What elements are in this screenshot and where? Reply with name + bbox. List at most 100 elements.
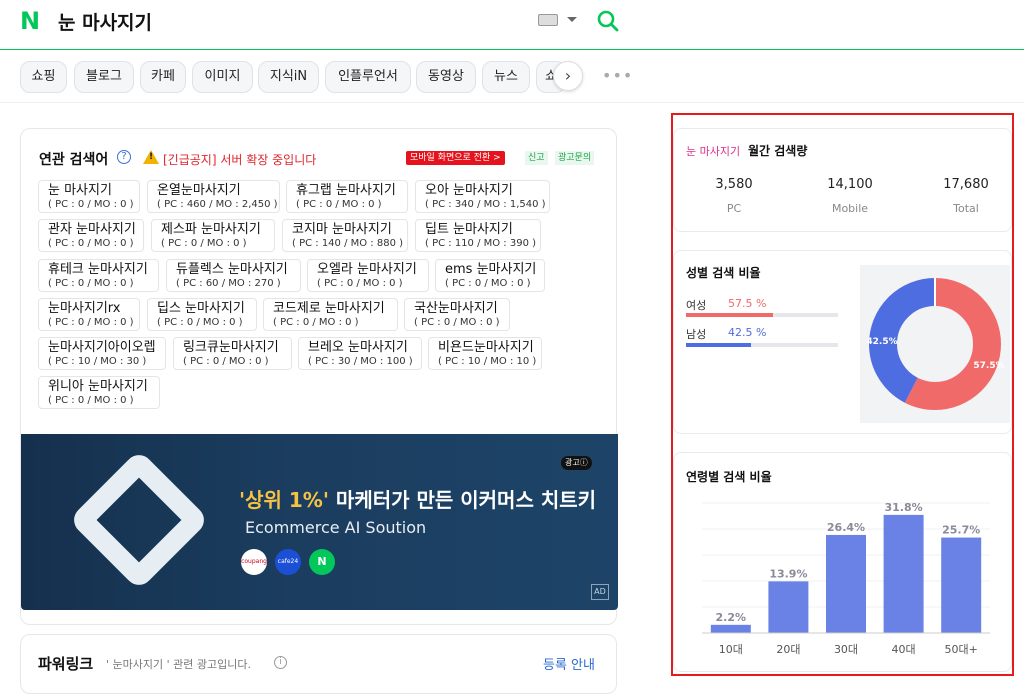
keyword-chip[interactable]: 비욘드눈마사지기( PC : 10 / MO : 10 ) [428,337,542,370]
age-bar [710,624,751,633]
keyword-chip[interactable]: 링크큐눈마사지기( PC : 0 / MO : 0 ) [173,337,292,370]
keyword-chip[interactable]: 온열눈마사지기( PC : 460 / MO : 2,450 ) [147,180,280,213]
keyword-chip[interactable]: 눈마사지기rx( PC : 0 / MO : 0 ) [38,298,140,331]
keyword-chip[interactable]: 딥트 눈마사지기( PC : 110 / MO : 390 ) [415,219,541,252]
keyword-chip[interactable]: 코지마 눈마사지기( PC : 140 / MO : 880 ) [282,219,408,252]
related-keywords-card: 연관 검색어 ? ! [긴급공지] 서버 확장 중입니다 모바일 화면으로 전환… [20,128,618,625]
keyword-chip[interactable]: 휴그랩 눈마사지기( PC : 0 / MO : 0 ) [286,180,408,213]
search-query-text[interactable]: 눈 마사지기 [58,8,152,35]
age-bar [941,537,982,633]
ad-banner[interactable]: '상위 1%' 마케터가 만든 이커머스 치트키 Ecommerce AI So… [21,434,618,610]
stat-pc-value: 3,580 [715,177,753,192]
male-label: 남성 [686,328,707,341]
male-value: 42.5 % [728,326,767,339]
age-bar-label: 26.4% [827,521,865,534]
age-bar-label: 2.2% [716,611,747,624]
keyword-chip[interactable]: 위니아 눈마사지기( PC : 0 / MO : 0 ) [38,376,160,409]
stat-mobile-value: 14,100 [827,177,873,192]
info-icon[interactable]: i [274,656,287,669]
powerlink-title: 파워링크 [38,655,94,673]
male-track [686,343,838,347]
keyword-chip[interactable]: 국산눈마사지기( PC : 0 / MO : 0 ) [404,298,510,331]
naver-logo[interactable]: N [20,9,44,33]
keyboard-icon[interactable] [538,14,558,26]
tab-video[interactable]: 동영상 [416,61,476,93]
naver-shop-logo-icon: N [309,549,335,575]
keyword-chip[interactable]: 제스파 눈마사지기( PC : 0 / MO : 0 ) [151,219,275,252]
register-guide-link[interactable]: 등록 안내 [543,654,595,673]
monthly-title: 월간 검색량 [748,144,808,158]
tab-influencer[interactable]: 인플루언서 [325,61,411,93]
banner-title: '상위 1%' 마케터가 만든 이커머스 치트키 [239,488,597,512]
keyword-chip[interactable]: 딥스 눈마사지기( PC : 0 / MO : 0 ) [147,298,257,331]
stat-pc-label: PC [726,202,742,215]
tab-kin[interactable]: 지식iN [258,61,319,93]
keyword-chip[interactable]: 휴테크 눈마사지기( PC : 0 / MO : 0 ) [38,259,159,292]
donut-female-label: 57.5% [973,361,1004,371]
age-bar [826,534,866,633]
age-bar [768,581,809,633]
search-tabs: 쇼핑 블로그 카페 이미지 지식iN 인플루언서 동영상 뉴스 쇼 › [0,51,1024,103]
age-bar-chart: 2.2% 10대 13.9% 20대 26.4% 30대 31.8% 40대 25.7% 50대+ [702,501,990,656]
age-x-tick: 10대 [719,643,743,656]
stat-total-label: Total [953,202,979,215]
gender-donut-chart: 57.5% 42.5% [860,265,1010,423]
top-header: N 눈 마사지기 [0,0,1024,50]
ad-box: AD [591,584,609,600]
keyword-chip[interactable]: 눈마사지기아이오렙( PC : 10 / MO : 30 ) [38,337,166,370]
banner-diamond-logo [68,449,210,591]
banner-subtitle: Ecommerce AI Soution [245,518,427,537]
age-x-tick: 40대 [892,643,916,656]
cafe24-logo-icon: cafe24 [275,549,301,575]
tab-cafe[interactable]: 카페 [140,61,186,93]
help-icon[interactable]: ? [117,150,131,164]
mobile-view-button[interactable]: 모바일 화면으로 전환 > [406,151,505,165]
keyword-chip[interactable]: ems 눈마사지기( PC : 0 / MO : 0 ) [435,259,545,292]
powerlink-card: 파워링크 ' 눈마사지기 ' 관련 광고입니다. i 등록 안내 [20,634,617,694]
gender-ratio-card: 성별 검색 비율 여성 57.5 % 남성 42.5 % 57.5% 42.5% [673,250,1012,434]
gender-donut-svg: 57.5% 42.5% [866,278,1005,410]
emergency-notice[interactable]: [긴급공지] 서버 확장 중입니다 [163,151,316,168]
more-dots-icon[interactable]: ••• [602,66,633,85]
tab-shopping[interactable]: 쇼핑 [20,61,67,93]
age-x-tick: 30대 [834,643,858,656]
keyword-chip[interactable]: 관자 눈마사지기( PC : 0 / MO : 0 ) [38,219,144,252]
stat-mobile-label: Mobile [831,202,869,215]
search-icon[interactable] [596,9,620,33]
age-x-tick: 20대 [776,643,800,656]
keyword-chip[interactable]: 오엘라 눈마사지기( PC : 0 / MO : 0 ) [307,259,429,292]
related-title: 연관 검색어 [39,152,109,168]
powerlink-subtitle: ' 눈마사지기 ' 관련 광고입니다. [106,658,251,671]
age-bar-label: 25.7% [942,524,980,537]
age-bar [883,514,924,633]
ad-tag[interactable]: 광고ⓘ [561,456,592,470]
keyword-chip[interactable]: 눈 마사지기( PC : 0 / MO : 0 ) [38,180,140,213]
keyword-chip[interactable]: 듀플렉스 눈마사지기( PC : 60 / MO : 270 ) [166,259,301,292]
age-x-tick: 50대+ [945,643,978,656]
stat-total-value: 17,680 [943,177,989,192]
gender-title: 성별 검색 비율 [686,266,761,280]
coupang-logo-icon: coupang [241,549,267,575]
tab-news[interactable]: 뉴스 [482,61,530,93]
keyword-chip[interactable]: 오아 눈마사지기( PC : 340 / MO : 1,540 ) [415,180,550,213]
tabs-next-button[interactable]: › [553,61,583,91]
warning-mark-icon: ! [149,152,154,162]
female-fill [686,313,774,317]
monthly-volume-card: 눈 마사지기 월간 검색량 3,580 PC 14,100 Mobile 17,… [673,128,1012,232]
report-button[interactable]: 신고 [525,151,548,165]
chevron-down-icon[interactable] [567,17,577,22]
male-fill [686,343,751,347]
female-value: 57.5 % [728,297,767,310]
tab-image[interactable]: 이미지 [192,61,253,93]
age-ratio-card: 연령별 검색 비율 2.2% 10대 13.9% 20대 26.4% 30대 31.8% 40… [673,452,1012,672]
female-track [686,313,838,317]
age-bar-label: 13.9% [769,567,807,580]
age-bar-label: 31.8% [885,501,923,514]
female-label: 여성 [686,299,707,312]
donut-male-label: 42.5% [866,337,897,347]
ad-inquiry-button[interactable]: 광고문의 [555,151,595,165]
keyword-chip[interactable]: 코드제로 눈마사지기( PC : 0 / MO : 0 ) [263,298,398,331]
tab-blog[interactable]: 블로그 [74,61,134,93]
monthly-keyword: 눈 마사지기 [686,145,741,158]
keyword-chip[interactable]: 브레오 눈마사지기( PC : 30 / MO : 100 ) [298,337,422,370]
